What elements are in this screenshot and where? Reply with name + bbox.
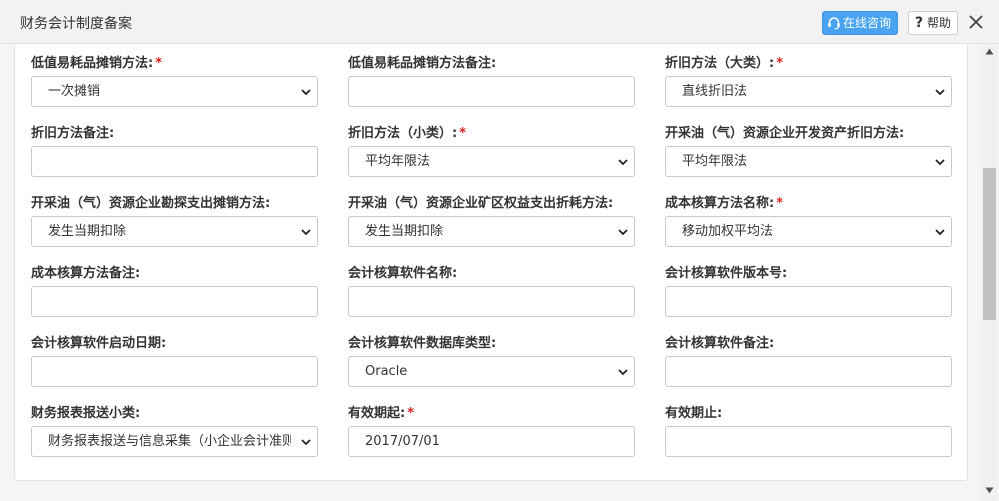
field-label: 成本核算方法备注:: [31, 266, 141, 281]
field-label: 低值易耗品摊销方法备注:: [348, 56, 497, 71]
cost-accounting-note-input[interactable]: [31, 286, 318, 317]
chevron-down-icon: [618, 159, 628, 166]
low-value-amortization-note-input[interactable]: [348, 76, 635, 107]
chevron-down-icon: [935, 229, 945, 236]
field-label: 折旧方法（小类）: *: [348, 126, 467, 141]
scroll-up-arrow-icon[interactable]: [985, 48, 994, 55]
field-label: 会计核算软件名称:: [348, 266, 458, 281]
close-icon[interactable]: [966, 12, 986, 32]
software-start-date-input[interactable]: [31, 356, 318, 387]
online-consult-button[interactable]: 在线咨询: [822, 11, 898, 35]
headset-icon: [828, 17, 840, 30]
chevron-down-icon: [618, 369, 628, 376]
oil-mineral-rights-depletion-select[interactable]: 发生当期扣除: [348, 216, 635, 247]
scrollbar-thumb[interactable]: [983, 168, 996, 320]
field-label: 折旧方法备注:: [31, 126, 115, 141]
field-label: 财务报表报送小类:: [31, 406, 141, 421]
valid-from-input[interactable]: 2017/07/01: [348, 426, 635, 457]
scroll-down-arrow-icon[interactable]: [985, 487, 994, 494]
chevron-down-icon: [301, 229, 311, 236]
depreciation-major-select[interactable]: 直线折旧法: [665, 76, 952, 107]
question-icon: ?: [915, 15, 924, 31]
chevron-down-icon: [301, 439, 311, 446]
software-version-input[interactable]: [665, 286, 952, 317]
software-name-input[interactable]: [348, 286, 635, 317]
field-label: 开采油（气）资源企业矿区权益支出折耗方法:: [348, 196, 614, 211]
field-label: 会计核算软件版本号:: [665, 266, 788, 281]
field-label: 会计核算软件数据库类型:: [348, 336, 497, 351]
chevron-down-icon: [935, 159, 945, 166]
dialog-title: 财务会计制度备案: [20, 16, 132, 32]
software-note-input[interactable]: [665, 356, 952, 387]
chevron-down-icon: [935, 89, 945, 96]
oil-dev-asset-depreciation-select[interactable]: 平均年限法: [665, 146, 952, 177]
chevron-down-icon: [618, 229, 628, 236]
depreciation-note-input[interactable]: [31, 146, 318, 177]
field-label: 会计核算软件备注:: [665, 336, 775, 351]
field-label: 成本核算方法名称: *: [665, 196, 784, 211]
field-label: 开采油（气）资源企业开发资产折旧方法:: [665, 126, 905, 141]
help-button[interactable]: ? 帮助: [908, 11, 958, 35]
form-panel: 低值易耗品摊销方法: * 一次摊销 低值易耗品摊销方法备注: 折旧方法（大类）: *…: [14, 44, 968, 481]
field-label: 有效期起: *: [348, 406, 415, 421]
depreciation-minor-select[interactable]: 平均年限法: [348, 146, 635, 177]
field-label: 会计核算软件启动日期:: [31, 336, 167, 351]
oil-exploration-amortization-select[interactable]: 发生当期扣除: [31, 216, 318, 247]
cost-accounting-method-select[interactable]: 移动加权平均法: [665, 216, 952, 247]
help-label: 帮助: [927, 16, 952, 30]
dialog-header: 财务会计制度备案 在线咨询 ? 帮助: [0, 0, 999, 44]
software-db-type-select[interactable]: Oracle: [348, 356, 635, 387]
low-value-amortization-select[interactable]: 一次摊销: [31, 76, 318, 107]
chevron-down-icon: [301, 89, 311, 96]
vertical-scrollbar[interactable]: [981, 44, 998, 501]
field-label: 有效期止:: [665, 406, 723, 421]
valid-to-input[interactable]: [665, 426, 952, 457]
online-consult-label: 在线咨询: [843, 16, 892, 30]
report-subtype-select[interactable]: 财务报表报送与信息采集（小企业会计准则）: [31, 426, 318, 457]
field-label: 低值易耗品摊销方法: *: [31, 56, 163, 71]
field-label: 开采油（气）资源企业勘探支出摊销方法:: [31, 196, 271, 211]
field-label: 折旧方法（大类）: *: [665, 56, 784, 71]
